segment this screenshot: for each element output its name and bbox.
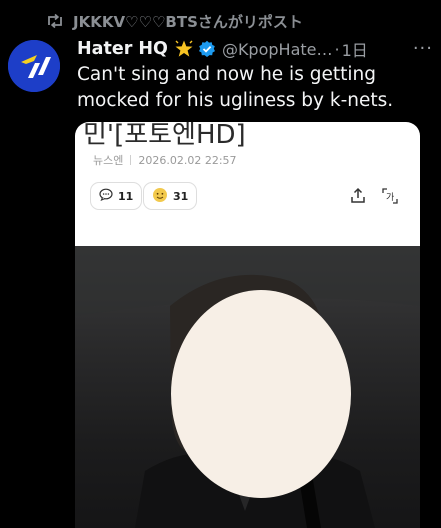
article-title: 민'[포토엔HD] xyxy=(83,122,246,150)
comment-icon xyxy=(99,188,113,204)
media-card[interactable]: 민'[포토엔HD] 뉴스엔 2026.02.02 22:57 11 31 가 xyxy=(75,122,420,528)
post-time[interactable]: 1日 xyxy=(342,37,368,61)
comments-button[interactable]: 11 xyxy=(90,182,143,210)
repost-icon xyxy=(46,13,64,29)
reactions-button[interactable]: 31 xyxy=(143,182,198,210)
article-source: 뉴스엔 xyxy=(93,154,124,167)
repost-indicator[interactable]: JKKKV♡♡♡BTSさんがリポスト xyxy=(46,9,303,33)
reaction-emoji-icon xyxy=(152,187,168,206)
handle[interactable]: @KpopHate… xyxy=(222,40,333,59)
star-emoji-icon xyxy=(174,39,194,59)
font-size-icon[interactable]: 가 xyxy=(381,187,399,209)
more-options-icon[interactable]: ··· xyxy=(413,38,433,59)
hater-hq-logo xyxy=(8,40,60,92)
repost-label: JKKKV♡♡♡BTSさんがリポスト xyxy=(73,12,303,31)
avatar[interactable] xyxy=(8,40,60,92)
display-name[interactable]: Hater HQ xyxy=(77,39,168,59)
post-header: Hater HQ @KpopHate… · 1日 ··· xyxy=(77,36,433,62)
article-date: 2026.02.02 22:57 xyxy=(138,153,237,167)
post-text: Can't sing and now he is getting mocked … xyxy=(77,64,394,111)
meta-divider xyxy=(130,155,132,165)
reactions-count: 31 xyxy=(173,189,189,203)
comments-count: 11 xyxy=(118,189,134,203)
verified-badge-icon[interactable] xyxy=(198,40,216,58)
separator-dot: · xyxy=(334,39,340,59)
article-meta: 뉴스엔 2026.02.02 22:57 xyxy=(93,152,237,168)
article-photo xyxy=(75,246,420,528)
share-icon[interactable] xyxy=(349,187,367,209)
svg-text:가: 가 xyxy=(386,192,394,203)
